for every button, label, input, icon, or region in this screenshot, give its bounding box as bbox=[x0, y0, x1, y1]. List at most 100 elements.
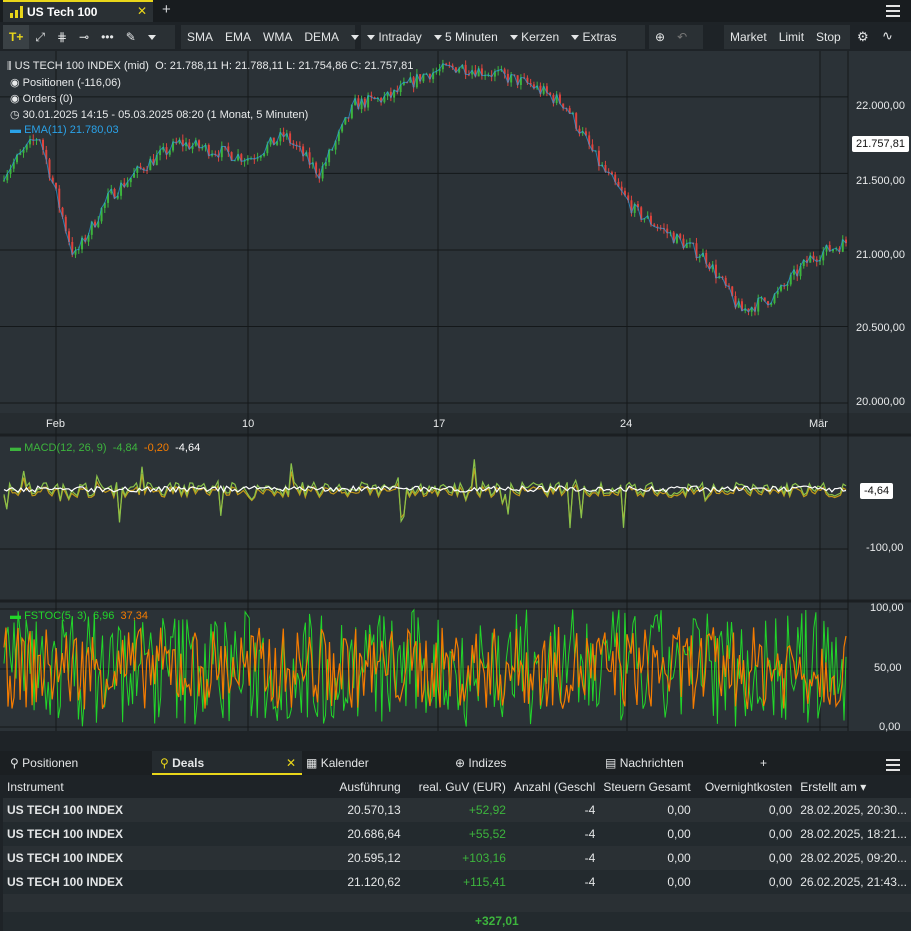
close-icon[interactable]: ✕ bbox=[286, 751, 296, 775]
table-cell: 26.02.2025, 21:43... bbox=[796, 870, 911, 894]
add-tab-icon[interactable]: + bbox=[760, 751, 767, 775]
table-row[interactable]: US TECH 100 INDEX 20.686,64 +55,52 -4 0,00 0,… bbox=[3, 822, 911, 846]
column-header[interactable]: Ausführung bbox=[235, 776, 405, 798]
orders-legend[interactable]: ◉ Orders (0) bbox=[10, 92, 73, 105]
bars-icon: ⫼ bbox=[7, 61, 12, 72]
sma-button[interactable]: SMA bbox=[181, 25, 219, 49]
limit-button[interactable]: Limit bbox=[773, 25, 810, 49]
table-row[interactable]: US TECH 100 INDEX 21.120,62 +115,41 -4 0,00 0… bbox=[3, 870, 911, 894]
table-cell: +115,41 bbox=[404, 870, 510, 894]
radio-icon: ◉ bbox=[10, 93, 20, 105]
table-cell: +103,16 bbox=[404, 846, 510, 870]
time-axis-band bbox=[0, 413, 911, 435]
extras-label: Extras bbox=[582, 30, 617, 44]
market-button[interactable]: Market bbox=[724, 25, 773, 49]
tab-indices[interactable]: ⊕ Indizes bbox=[455, 751, 595, 775]
interval-label: 5 Minuten bbox=[445, 30, 498, 44]
tab-news[interactable]: ▤ Nachrichten bbox=[605, 751, 745, 775]
macd-signal-value: -0,20 bbox=[143, 442, 169, 454]
chart-icon bbox=[10, 6, 23, 18]
wma-button[interactable]: WMA bbox=[257, 25, 298, 49]
settings-icon[interactable]: ⚙ bbox=[857, 29, 869, 45]
column-header[interactable]: Instrument bbox=[3, 776, 235, 798]
pin-icon: ⚲ bbox=[160, 756, 169, 770]
column-header[interactable]: real. GuV (EUR) bbox=[405, 776, 510, 798]
sort-desc-icon[interactable]: ▾ bbox=[857, 780, 866, 794]
tab-deals[interactable]: ⚲ Deals ✕ bbox=[152, 751, 302, 775]
text-tool-icon[interactable]: T+ bbox=[3, 25, 30, 49]
fstoc-tick: 50,00 bbox=[874, 662, 902, 674]
tools-dropdown-icon[interactable] bbox=[142, 25, 162, 49]
add-tab-icon[interactable]: + bbox=[162, 1, 171, 18]
extras-dropdown[interactable]: Extras bbox=[565, 25, 622, 49]
price-tick: 22.000,00 bbox=[856, 100, 905, 112]
column-header[interactable]: Erstellt am ▾ bbox=[796, 776, 911, 798]
trendline-icon[interactable]: ⤢ bbox=[29, 25, 51, 49]
current-price-badge: 21.757,81 bbox=[852, 136, 909, 152]
price-chart[interactable] bbox=[0, 51, 911, 741]
column-header[interactable]: Anzahl (Geschl bbox=[510, 776, 599, 798]
hamburger-menu-icon[interactable] bbox=[886, 2, 900, 20]
tab-bar: US Tech 100 ✕ + bbox=[0, 0, 911, 22]
horizontal-line-icon[interactable]: ⊸ bbox=[73, 25, 95, 49]
column-header[interactable]: Overnightkosten bbox=[695, 776, 797, 798]
time-tick: 24 bbox=[620, 418, 633, 430]
fstoc-k-value: 6,96 bbox=[92, 610, 115, 622]
table-cell: 20.686,64 bbox=[234, 822, 405, 846]
tab-positions[interactable]: ⚲ Positionen bbox=[0, 751, 150, 775]
fstoc-d-value: 37,34 bbox=[120, 610, 149, 622]
orders-label: Orders (0) bbox=[22, 93, 73, 105]
table-cell: 28.02.2025, 20:30... bbox=[796, 798, 911, 822]
table-cell: 0,00 bbox=[694, 870, 797, 894]
ema-button[interactable]: EMA bbox=[219, 25, 257, 49]
hamburger-menu-icon[interactable] bbox=[886, 756, 900, 774]
tab-positions-label: Positionen bbox=[22, 756, 79, 770]
pulse-icon[interactable]: ∿ bbox=[882, 28, 893, 44]
table-row[interactable]: US TECH 100 INDEX 20.595,12 +103,16 -4 0,00 0… bbox=[3, 846, 911, 870]
instrument-label: US TECH 100 INDEX (mid) bbox=[14, 60, 149, 72]
tab-calendar-label: Kalender bbox=[320, 756, 369, 770]
fstoc-tick: 100,00 bbox=[870, 602, 904, 614]
drawing-tools: T+ ⤢ ⋕ ⊸ ••• ✎ bbox=[3, 25, 175, 49]
line-swatch-icon: ▬ bbox=[10, 610, 21, 622]
ema-legend[interactable]: ▬ EMA(11) 21.780,03 bbox=[10, 124, 119, 136]
period-label: Intraday bbox=[378, 30, 422, 44]
period-dropdown[interactable]: Intraday bbox=[361, 25, 428, 49]
undo-icon[interactable]: ↶ bbox=[671, 25, 693, 49]
globe-icon: ⊕ bbox=[455, 756, 466, 770]
chevron-down-icon bbox=[367, 35, 375, 41]
table-cell: 0,00 bbox=[694, 822, 797, 846]
macd-legend[interactable]: ▬ MACD(12, 26, 9) -4,84 -0,20 -4,64 bbox=[10, 442, 200, 454]
table-header: Instrument Ausführung real. GuV (EUR) Anzah… bbox=[3, 776, 911, 798]
chart-type-label: Kerzen bbox=[521, 30, 560, 44]
fstoc-legend[interactable]: ▬ FSTOC(5, 3) 6,96 37,34 bbox=[10, 610, 148, 622]
order-buttons: Market Limit Stop bbox=[724, 25, 850, 49]
table-cell: 28.02.2025, 09:20... bbox=[796, 846, 911, 870]
table-cell: US TECH 100 INDEX bbox=[3, 798, 235, 822]
tab-calendar[interactable]: ▦ Kalender bbox=[306, 751, 446, 775]
stop-button[interactable]: Stop bbox=[810, 25, 847, 49]
table-row[interactable]: US TECH 100 INDEX 20.570,13 +52,92 -4 0,00 0,… bbox=[3, 798, 911, 822]
zoom-icon[interactable]: ⊕ bbox=[649, 25, 671, 49]
table-cell: 28.02.2025, 18:21... bbox=[796, 822, 911, 846]
ohlc-values: O: 21.788,11 H: 21.788,11 L: 21.754,86 C… bbox=[155, 60, 414, 72]
brush-icon[interactable]: ✎ bbox=[120, 25, 142, 49]
macd-value: -4,84 bbox=[112, 442, 138, 454]
table-cell: +52,92 bbox=[404, 798, 510, 822]
fibonacci-icon[interactable]: ⋕ bbox=[51, 25, 73, 49]
table-cell: 0,00 bbox=[599, 822, 695, 846]
chart-type-dropdown[interactable]: Kerzen bbox=[504, 25, 565, 49]
table-cell: US TECH 100 INDEX bbox=[3, 870, 235, 894]
range-legend: ◷ 30.01.2025 14:15 - 05.03.2025 08:20 (1… bbox=[10, 108, 308, 121]
close-icon[interactable]: ✕ bbox=[137, 4, 147, 18]
column-header[interactable]: Steuern Gesamt bbox=[599, 776, 694, 798]
table-cell: US TECH 100 INDEX bbox=[3, 846, 235, 870]
dotted-line-icon[interactable]: ••• bbox=[95, 25, 120, 49]
interval-dropdown[interactable]: 5 Minuten bbox=[428, 25, 504, 49]
tab-news-label: Nachrichten bbox=[619, 756, 684, 770]
dema-button[interactable]: DEMA bbox=[298, 25, 345, 49]
tab-us-tech-100[interactable]: US Tech 100 ✕ bbox=[3, 0, 153, 22]
table-cell: 0,00 bbox=[599, 870, 695, 894]
positions-legend[interactable]: ◉ Positionen (-116,06) bbox=[10, 76, 121, 89]
chevron-down-icon bbox=[571, 35, 580, 41]
